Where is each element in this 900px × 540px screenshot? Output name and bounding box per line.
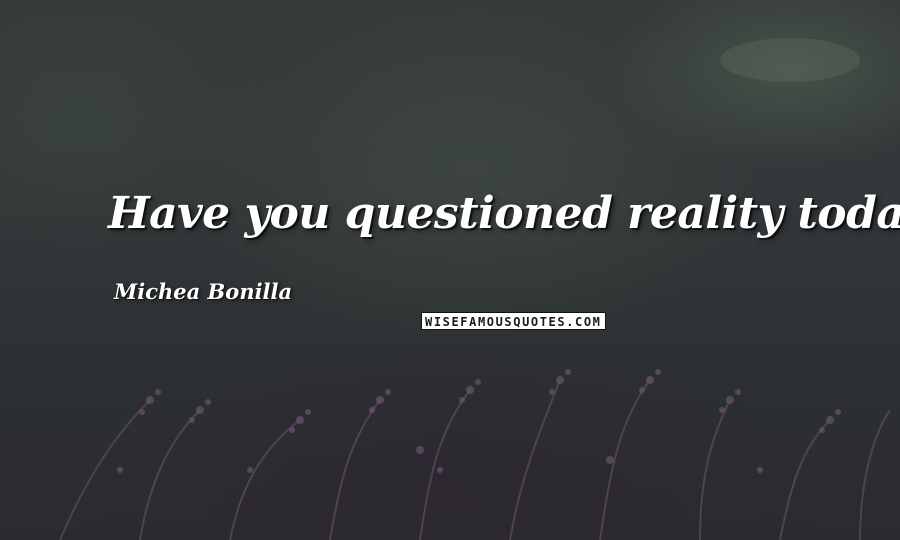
site-watermark: WISEFAMOUSQUOTES.COM — [421, 312, 606, 330]
quote-text: Have you questioned reality today — [108, 188, 900, 239]
author-name: Michea Bonilla — [114, 279, 293, 304]
quote-image: Have you questioned reality today Michea… — [0, 0, 900, 540]
background-flowers — [59, 38, 891, 540]
